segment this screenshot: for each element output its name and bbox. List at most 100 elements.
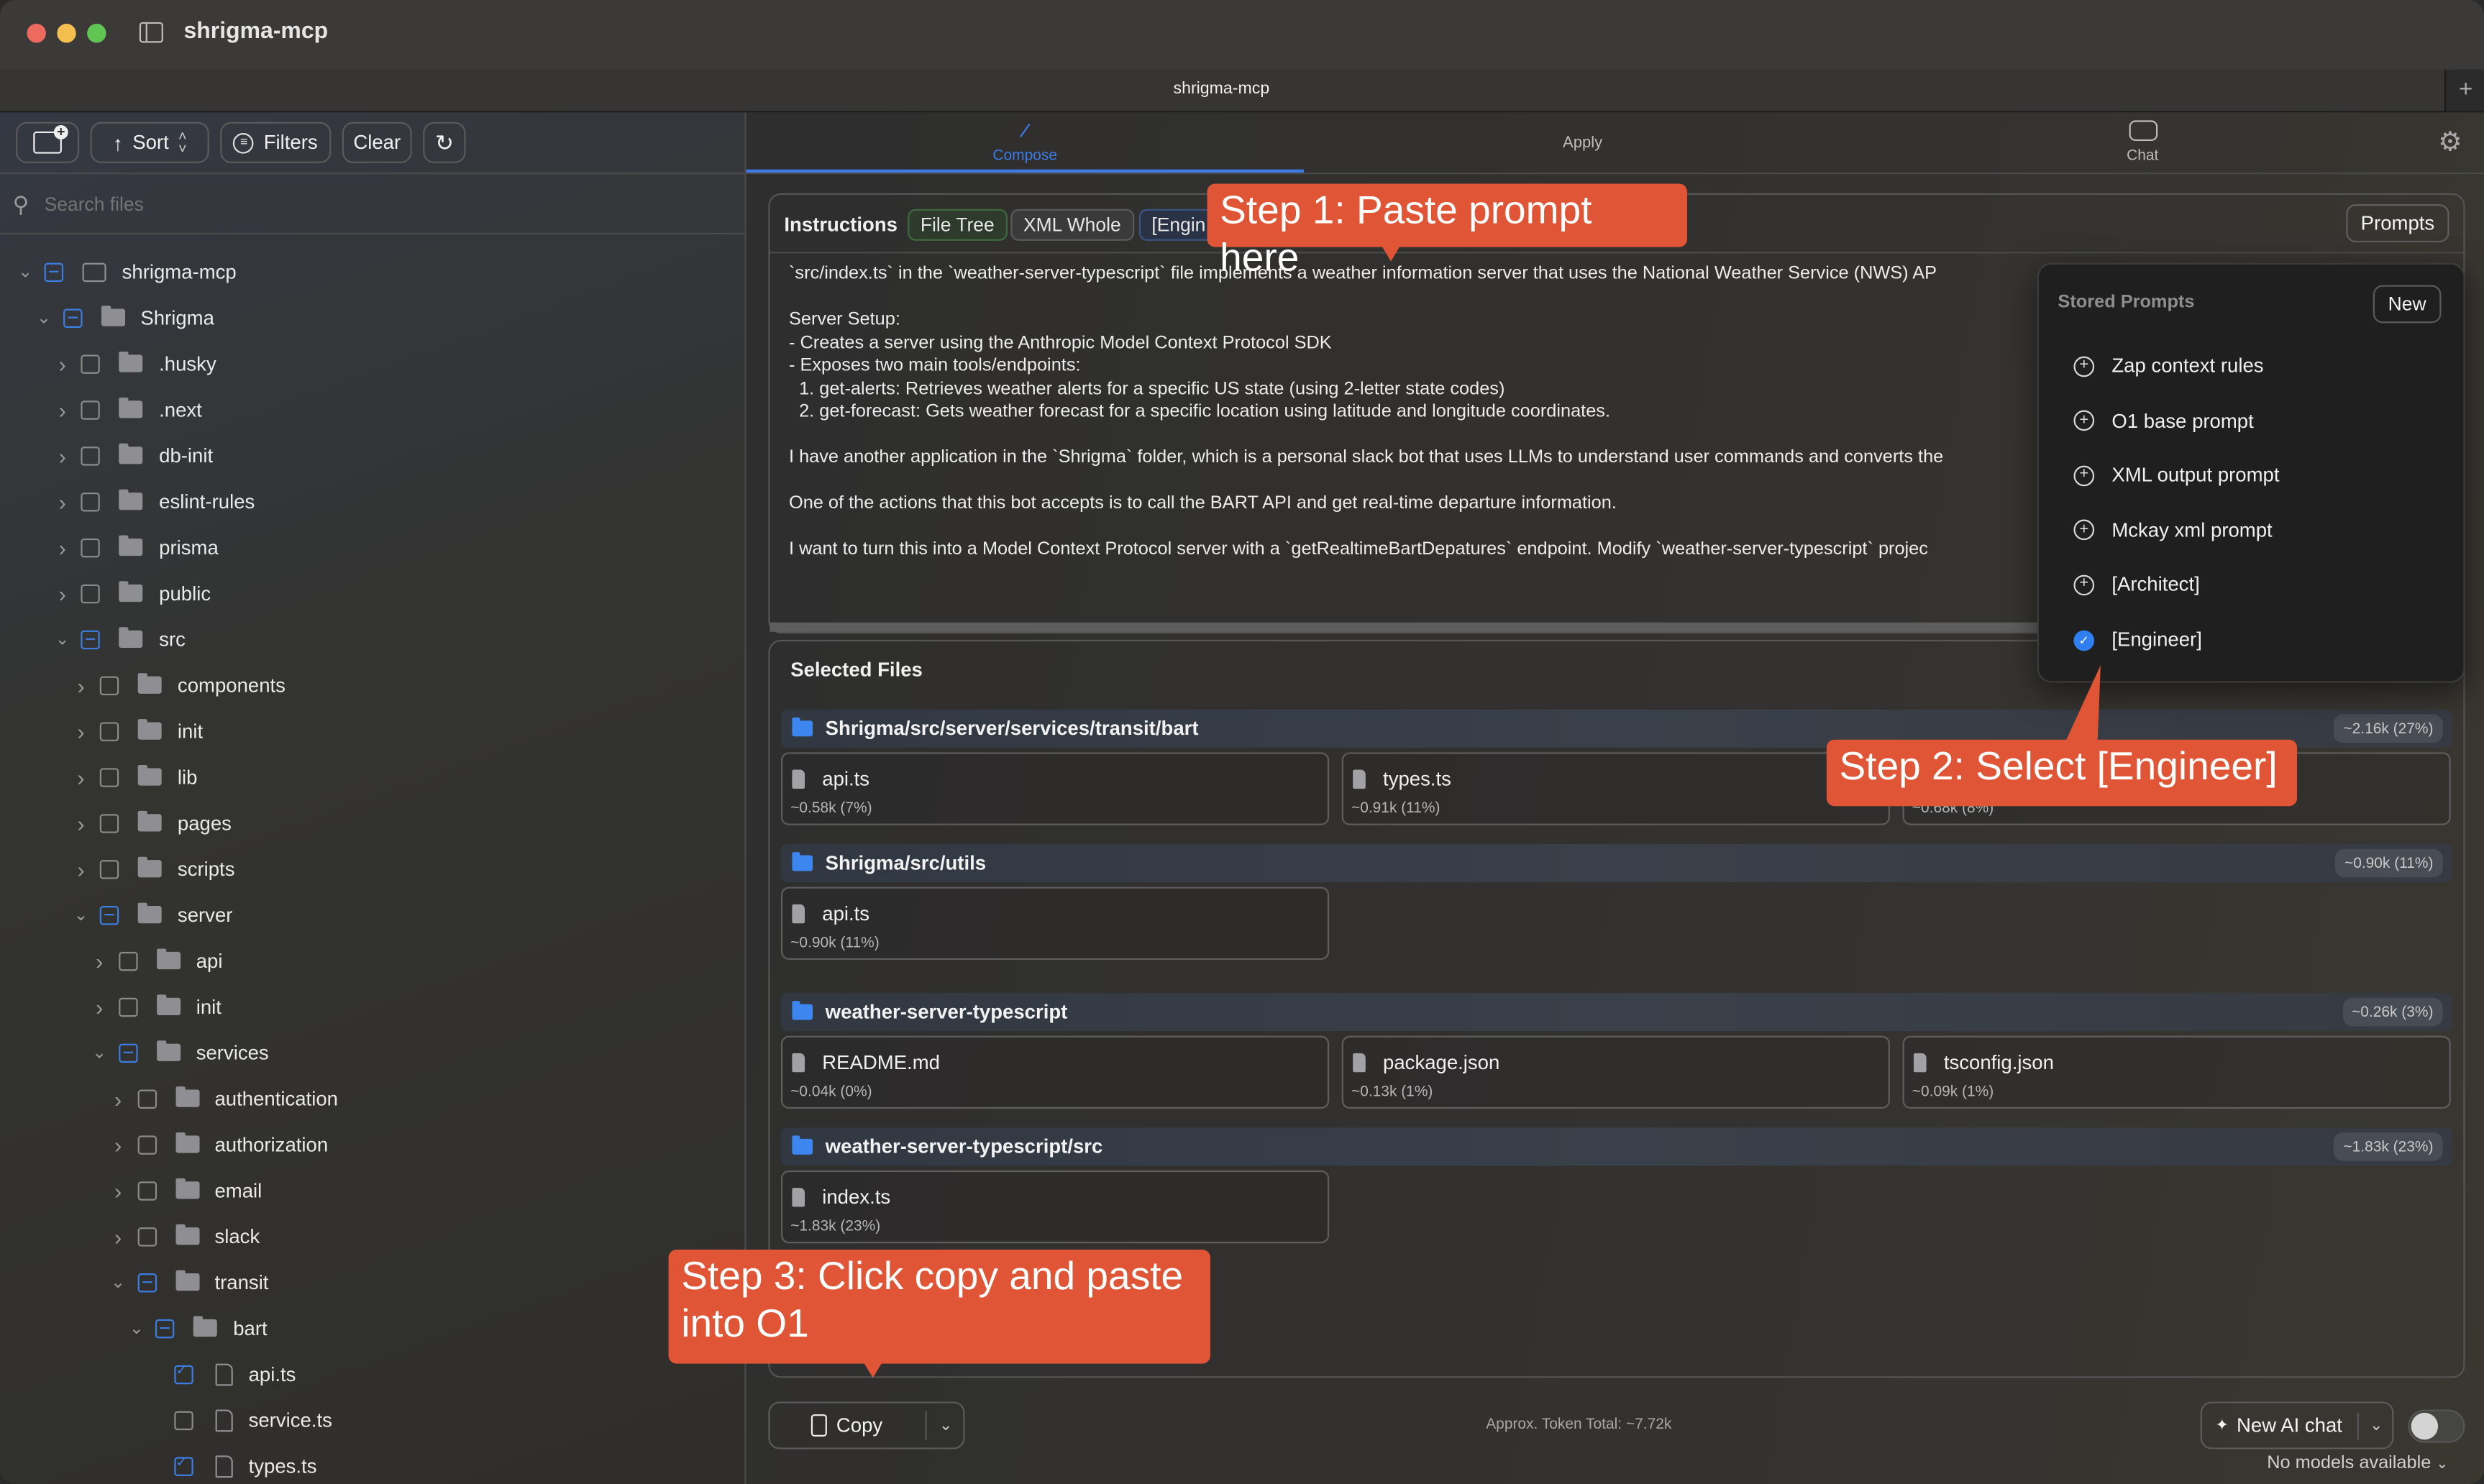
settings-button[interactable]: ⚙ [2438, 127, 2462, 158]
tree-checkbox[interactable] [137, 1227, 156, 1246]
file-card[interactable]: api.ts ~0.58k (7%) [780, 752, 1330, 825]
tree-checkbox[interactable] [137, 1089, 156, 1108]
chevron-down-icon[interactable]: ⌄ [53, 629, 72, 649]
tree-checkbox[interactable] [63, 308, 82, 327]
tree-row[interactable]: › authentication [109, 1076, 338, 1122]
chevron-right-icon[interactable]: › [53, 489, 72, 514]
tree-row[interactable]: ⌄ server [71, 892, 232, 938]
tree-checkbox[interactable] [81, 583, 101, 603]
chevron-right-icon[interactable]: › [109, 1178, 127, 1203]
tree-checkbox[interactable] [137, 1181, 156, 1200]
tree-checkbox[interactable] [81, 537, 101, 557]
tree-checkbox[interactable] [137, 1135, 156, 1154]
tree-checkbox[interactable] [118, 951, 138, 971]
chevron-right-icon[interactable]: › [53, 534, 72, 559]
tree-checkbox[interactable] [155, 1318, 175, 1338]
tree-row[interactable]: › email [109, 1167, 262, 1213]
tree-checkbox[interactable] [81, 400, 101, 419]
tree-checkbox[interactable] [99, 859, 119, 879]
tab-apply[interactable]: Apply [1304, 112, 1861, 173]
sort-button[interactable]: ↑ Sort ˄ ˅ [90, 122, 209, 163]
window-tab[interactable]: shrigma-mcp [0, 79, 2443, 98]
tree-row[interactable]: ⌄ src [53, 616, 186, 662]
file-card[interactable]: README.md ~0.04k (0%) [780, 1035, 1330, 1109]
filters-button[interactable]: ≡ Filters [220, 122, 332, 163]
minimize-window-button[interactable] [57, 24, 76, 43]
tree-row[interactable]: › slack [109, 1213, 260, 1259]
tree-checkbox[interactable] [99, 675, 119, 695]
tree-row[interactable]: › init [90, 984, 222, 1030]
tree-checkbox[interactable] [174, 1361, 193, 1384]
chevron-right-icon[interactable]: › [109, 1086, 127, 1111]
file-group-header[interactable]: weather-server-typescript ~0.26k (3%) [780, 993, 2452, 1032]
tree-row[interactable]: › eslint-rules [53, 478, 255, 524]
new-prompt-button[interactable]: New [2373, 285, 2442, 324]
chevron-right-icon[interactable]: › [109, 1224, 127, 1249]
chevron-right-icon[interactable]: › [71, 718, 90, 743]
tree-row[interactable]: ⌄ Shrigma [35, 295, 214, 341]
tree-row[interactable]: › init [71, 708, 203, 754]
tree-row[interactable]: › api [90, 938, 222, 984]
new-chat-options-button[interactable]: ⌄ [2360, 1403, 2392, 1448]
tree-row[interactable]: types.ts [145, 1443, 316, 1484]
chevron-right-icon[interactable]: › [71, 764, 90, 789]
tree-checkbox[interactable] [118, 1043, 138, 1062]
copy-options-button[interactable]: ⌄ [928, 1403, 963, 1448]
tree-checkbox[interactable] [44, 262, 64, 281]
tab-compose[interactable]: / Compose [746, 112, 1304, 173]
tree-checkbox[interactable] [99, 767, 119, 787]
tree-checkbox[interactable] [99, 904, 119, 925]
tab-chat[interactable]: Chat [1861, 112, 2424, 173]
stored-prompt-item[interactable]: + O1 base prompt [2073, 405, 2254, 436]
stored-prompt-item[interactable]: + Zap context rules [2073, 350, 2264, 382]
file-card[interactable]: api.ts ~0.90k (11%) [780, 887, 1330, 960]
tree-checkbox[interactable] [118, 997, 138, 1017]
chevron-down-icon[interactable]: ⌄ [109, 1272, 127, 1292]
tree-row[interactable]: ⌄ transit [109, 1259, 268, 1305]
prompts-button[interactable]: Prompts [2346, 204, 2449, 243]
file-group-header[interactable]: weather-server-typescript/src ~1.83k (23%… [780, 1127, 2452, 1166]
new-ai-chat-button[interactable]: ✦ New AI chat [2202, 1403, 2356, 1448]
tree-checkbox[interactable] [99, 813, 119, 833]
chevron-right-icon[interactable]: › [109, 1132, 127, 1157]
tree-row[interactable]: › .husky [53, 341, 216, 387]
tree-row[interactable]: › db-init [53, 432, 214, 478]
file-card[interactable]: types.ts ~0.91k (11%) [1341, 752, 1890, 825]
tree-row[interactable]: › lib [71, 754, 197, 800]
chip-xml-whole[interactable]: XML Whole [1010, 209, 1134, 241]
zoom-window-button[interactable] [87, 24, 106, 43]
chevron-down-icon[interactable]: ⌄ [35, 307, 53, 328]
tree-row[interactable]: ⌄ services [90, 1030, 269, 1076]
tree-row[interactable]: › components [71, 662, 286, 708]
chevron-right-icon[interactable]: › [90, 948, 109, 973]
tree-row[interactable]: › public [53, 570, 211, 616]
stored-prompt-item[interactable]: ✓ [Engineer] [2073, 624, 2202, 656]
tree-row[interactable]: › scripts [71, 846, 234, 892]
tree-checkbox[interactable] [81, 354, 101, 373]
tree-checkbox[interactable] [137, 1272, 156, 1292]
tree-row[interactable]: service.ts [145, 1397, 332, 1443]
models-selector[interactable]: No models available ⌄ [2267, 1454, 2448, 1472]
chip-engineer[interactable]: [Engin [1138, 209, 1219, 241]
chevron-right-icon[interactable]: › [53, 443, 72, 468]
clear-button[interactable]: Clear [342, 122, 412, 163]
sidebar-toggle-icon[interactable] [139, 22, 163, 43]
chevron-right-icon[interactable]: › [71, 810, 90, 835]
tree-checkbox[interactable] [99, 721, 119, 741]
chevron-right-icon[interactable]: › [53, 397, 72, 422]
tree-checkbox[interactable] [174, 1410, 193, 1430]
refresh-button[interactable]: ↻ [423, 122, 466, 163]
tree-checkbox[interactable] [81, 629, 101, 649]
search-files-input[interactable] [41, 188, 729, 221]
tree-row[interactable]: › authorization [109, 1122, 328, 1168]
chevron-right-icon[interactable]: › [90, 994, 109, 1019]
add-folder-button[interactable]: + [16, 122, 80, 163]
tree-row[interactable]: ⌄ bart [127, 1305, 268, 1351]
stored-prompt-item[interactable]: + [Architect] [2073, 569, 2200, 601]
new-tab-button[interactable]: + [2444, 69, 2484, 111]
chevron-right-icon[interactable]: › [71, 856, 90, 881]
file-card[interactable]: package.json ~0.13k (1%) [1341, 1035, 1890, 1109]
tree-row[interactable]: ⌄ shrigma-mcp [16, 249, 237, 295]
file-group-header[interactable]: Shrigma/src/utils ~0.90k (11%) [780, 844, 2452, 882]
chevron-down-icon[interactable]: ⌄ [71, 904, 90, 925]
